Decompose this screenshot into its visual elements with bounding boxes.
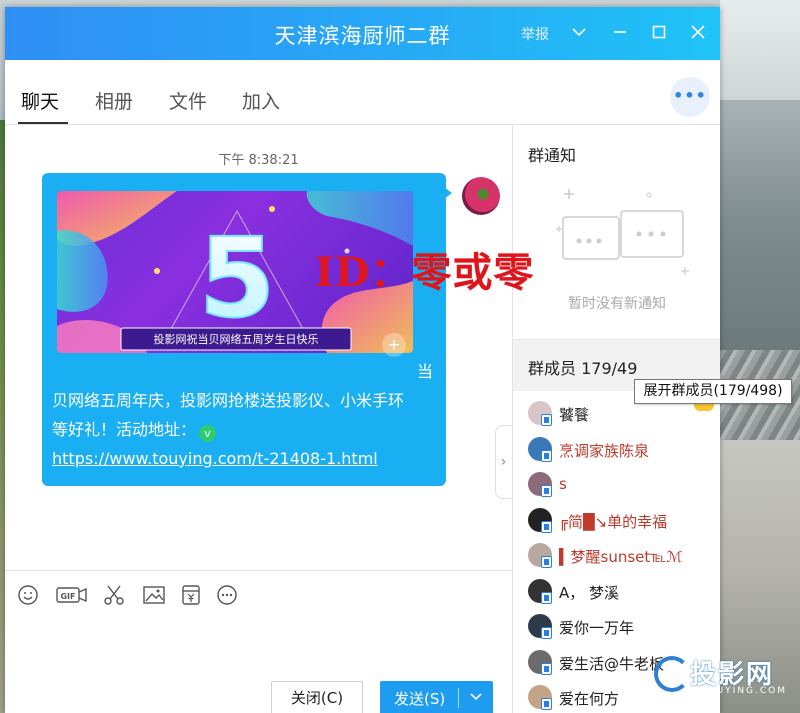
member-row[interactable]: ╔简█↘单的幸福 xyxy=(528,504,713,536)
more-options-button[interactable]: ••• xyxy=(670,77,710,117)
phone-online-icon xyxy=(541,591,552,604)
member-row[interactable]: s xyxy=(528,468,713,500)
input-toolbar: GIF xyxy=(5,570,512,614)
image-icon[interactable] xyxy=(142,583,166,607)
close-icon[interactable] xyxy=(685,19,711,45)
member-row[interactable]: 烹调家族陈泉 xyxy=(528,433,713,465)
minimize-icon[interactable] xyxy=(607,19,633,45)
member-name: 爱在何方 xyxy=(559,690,620,708)
members-title: 群成员 179/49 xyxy=(528,359,638,378)
member-name: 饕餮 xyxy=(559,406,590,424)
id-watermark-text: ID：零或零 xyxy=(315,249,535,296)
member-name: s xyxy=(559,475,567,493)
send-button-label: 发送(S) xyxy=(394,690,446,708)
member-name: 烹调家族陈泉 xyxy=(559,441,650,460)
gif-icon[interactable]: GIF xyxy=(56,583,88,607)
tab-join[interactable]: 加入 xyxy=(242,87,280,114)
phone-online-icon xyxy=(541,627,552,639)
phone-online-icon xyxy=(541,414,552,426)
touying-logo-watermark: 投影网 TOUYING.COM xyxy=(650,648,795,708)
title-bar[interactable]: 天津滨海厨师二群 举报 xyxy=(5,7,720,60)
member-name: 爱生活@牛老板 xyxy=(559,654,665,673)
phone-online-icon xyxy=(541,556,552,568)
group-chat-window: 天津滨海厨师二群 举报 聊天 相册 文件 加入 ••• 下午 8:38:21 5… xyxy=(5,7,720,713)
chevron-down-icon[interactable] xyxy=(566,19,592,45)
send-button[interactable]: 发送(S) xyxy=(380,681,493,713)
image-zoom-icon[interactable]: + xyxy=(382,333,406,357)
message-bubble[interactable]: 5 投影网祝当贝网络五周岁生日快乐 + 当 贝网络五周年庆，投影网抢楼送投影仪、… xyxy=(42,173,446,486)
report-button[interactable]: 举报 xyxy=(521,24,549,44)
message-line-3: 等好礼！活动地址： v xyxy=(52,415,442,444)
logo-subtext: TOUYING.COM xyxy=(700,686,788,696)
chat-message-area[interactable]: 下午 8:38:21 5 投影网祝当贝网络五周岁生日快乐 + 当 贝网络五周年庆… xyxy=(5,125,512,570)
member-name: ▍梦醒sunset℡ℳ xyxy=(559,548,683,566)
phone-online-icon xyxy=(541,698,552,710)
tab-chat[interactable]: 聊天 xyxy=(21,87,59,114)
member-row[interactable]: 爱你一万年 xyxy=(528,610,713,642)
send-options-chevron-icon[interactable] xyxy=(465,686,487,710)
send-button-divider xyxy=(458,688,459,708)
message-input[interactable]: 关闭(C) 发送(S) xyxy=(5,614,512,713)
member-row[interactable]: A， 梦溪 xyxy=(528,575,713,607)
notice-title: 群通知 xyxy=(528,146,577,165)
phone-online-icon xyxy=(541,485,552,497)
expand-members-tooltip: 展开群成员(179/498) xyxy=(634,379,792,404)
member-name: A， 梦溪 xyxy=(559,583,620,602)
sender-avatar[interactable] xyxy=(462,177,500,215)
desktop-water xyxy=(720,100,800,350)
empty-notice-illustration xyxy=(553,181,693,295)
message-text-first-char: 当 xyxy=(417,362,434,381)
members-count: 179/49 xyxy=(581,359,638,378)
member-name: 爱你一万年 xyxy=(559,619,635,637)
collapse-panel-handle[interactable]: › xyxy=(495,425,511,499)
tab-bar: 聊天 相册 文件 加入 ••• xyxy=(5,60,720,125)
phone-online-icon xyxy=(541,520,552,533)
message-timestamp: 下午 8:38:21 xyxy=(218,153,299,168)
close-button[interactable]: 关闭(C) xyxy=(271,681,363,713)
tab-files[interactable]: 文件 xyxy=(169,87,207,114)
scissors-icon[interactable] xyxy=(102,583,126,607)
phone-online-icon xyxy=(541,449,552,462)
group-info-panel: 群通知 暂时没有新通知 群成员 179/49 饕餮烹调家族陈泉 s ╔简█↘单的幸福… xyxy=(512,125,720,713)
message-line-2: 贝网络五周年庆，投影网抢楼送投影仪、小米手环 xyxy=(52,391,405,410)
message-text: 当 贝网络五周年庆，投影网抢楼送投影仪、小米手环 等好礼！活动地址： v http… xyxy=(52,357,442,473)
maximize-icon[interactable] xyxy=(646,19,672,45)
desktop-sky xyxy=(720,0,800,100)
notice-empty-text: 暂时没有新通知 xyxy=(568,296,666,312)
member-name: ╔简█↘单的幸福 xyxy=(559,512,668,531)
active-tab-indicator xyxy=(18,122,68,124)
member-row[interactable]: ▍梦醒sunset℡ℳ xyxy=(528,539,713,571)
banner-big-number: 5 xyxy=(199,214,276,342)
emoji-icon[interactable] xyxy=(16,583,40,607)
svg-text:GIF: GIF xyxy=(60,592,75,601)
money-icon[interactable] xyxy=(179,583,203,607)
activity-link[interactable]: https://www.touying.com/t-21408-1.html xyxy=(52,444,442,473)
verified-v-icon: v xyxy=(199,425,217,442)
banner-caption: 投影网祝当贝网络五周岁生日快乐 xyxy=(154,332,319,346)
more-icon[interactable] xyxy=(215,583,239,607)
tab-album[interactable]: 相册 xyxy=(95,87,133,114)
bubble-tail xyxy=(444,187,452,199)
logo-circle-icon xyxy=(654,656,690,692)
phone-online-icon xyxy=(541,662,552,675)
